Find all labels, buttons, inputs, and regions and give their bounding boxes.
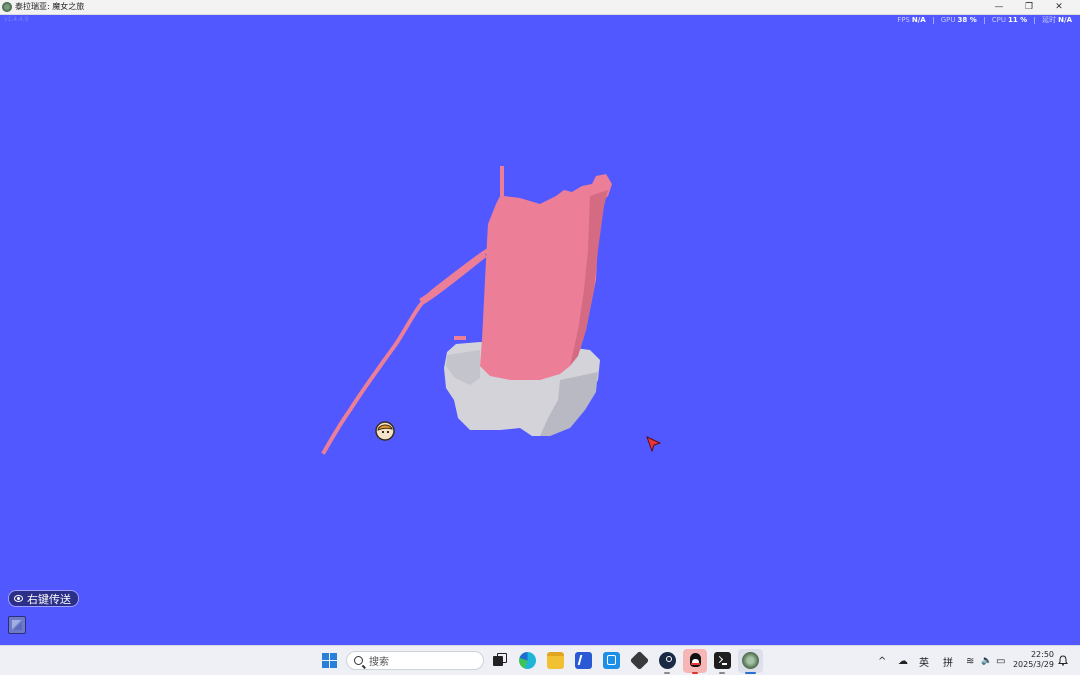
clock-time: 22:50 bbox=[1030, 650, 1054, 659]
network-button[interactable]: ≋ bbox=[966, 646, 974, 675]
steam-icon[interactable] bbox=[659, 652, 676, 669]
windows-taskbar: 搜索 ^ ☁ 英 拼 ≋ 🔈 ▭ 22:50 2025/3/29 bbox=[0, 645, 1080, 675]
app-store-icon[interactable] bbox=[603, 652, 620, 669]
task-view-icon[interactable] bbox=[491, 652, 508, 669]
teleport-hint-button[interactable]: 右键传送 bbox=[8, 590, 79, 607]
window-controls: — ❐ ✕ bbox=[984, 0, 1074, 14]
file-explorer-icon[interactable] bbox=[547, 652, 564, 669]
screen: 泰拉瑞亚: 魔女之旅 — ❐ ✕ v1.4.4.9 FPS N/A GPU 38… bbox=[0, 0, 1080, 675]
window-title: 泰拉瑞亚: 魔女之旅 bbox=[15, 2, 85, 11]
ime-mode-button[interactable]: 拼 bbox=[943, 646, 953, 675]
ime-language-label: 英 bbox=[919, 657, 929, 669]
windows-logo-icon bbox=[322, 661, 329, 668]
active-indicator bbox=[745, 672, 756, 674]
running-indicator bbox=[692, 672, 698, 674]
volume-button[interactable]: 🔈 bbox=[981, 646, 992, 675]
window-titlebar[interactable]: 泰拉瑞亚: 魔女之旅 — ❐ ✕ bbox=[0, 0, 1080, 15]
world-map-icon[interactable] bbox=[8, 616, 26, 634]
unity-hub-icon[interactable] bbox=[629, 650, 650, 671]
minimize-button[interactable]: — bbox=[984, 0, 1014, 14]
eye-icon bbox=[14, 595, 23, 602]
clock-date: 2025/3/29 bbox=[1012, 660, 1054, 669]
taskbar-search-box[interactable]: 搜索 bbox=[346, 651, 484, 670]
tray-overflow-button[interactable]: ^ bbox=[878, 646, 886, 675]
chevron-up-icon: ^ bbox=[878, 655, 887, 667]
weather-widget[interactable]: ☁ bbox=[898, 646, 908, 675]
battery-button[interactable]: ▭ bbox=[996, 646, 1005, 675]
search-icon bbox=[354, 656, 363, 665]
windows-logo-icon bbox=[330, 653, 337, 660]
running-indicator bbox=[719, 672, 725, 674]
cloud-icon: ☁ bbox=[898, 655, 908, 667]
qq-icon[interactable] bbox=[687, 652, 704, 669]
close-button[interactable]: ✕ bbox=[1044, 0, 1074, 14]
ime-mode-label: 拼 bbox=[943, 657, 953, 669]
taskbar-clock[interactable]: 22:50 2025/3/29 bbox=[1012, 650, 1054, 670]
volume-icon: 🔈 bbox=[981, 656, 993, 666]
notification-bell-icon[interactable] bbox=[1058, 655, 1068, 666]
terraria-app-icon bbox=[2, 2, 12, 12]
battery-icon: ▭ bbox=[996, 655, 1006, 667]
terminal-icon[interactable] bbox=[714, 652, 731, 669]
player-head-icon bbox=[375, 421, 395, 441]
restore-button[interactable]: ❐ bbox=[1014, 0, 1044, 14]
adobe-app-icon[interactable] bbox=[575, 652, 592, 669]
edge-icon[interactable] bbox=[519, 652, 536, 669]
ime-language-button[interactable]: 英 bbox=[919, 646, 929, 675]
start-button[interactable] bbox=[322, 653, 337, 668]
windows-logo-icon bbox=[322, 653, 329, 660]
teleport-hint-label: 右键传送 bbox=[27, 592, 71, 606]
game-viewport[interactable]: v1.4.4.9 FPS N/A GPU 38 % CPU 11 % 延时 N/… bbox=[0, 15, 1080, 645]
windows-logo-icon bbox=[330, 661, 337, 668]
game-scene bbox=[321, 166, 612, 455]
wifi-icon: ≋ bbox=[966, 655, 975, 667]
running-indicator bbox=[664, 672, 670, 674]
search-placeholder: 搜索 bbox=[369, 657, 389, 668]
terraria-icon[interactable] bbox=[742, 652, 759, 669]
red-arrow-cursor-icon bbox=[646, 436, 662, 452]
